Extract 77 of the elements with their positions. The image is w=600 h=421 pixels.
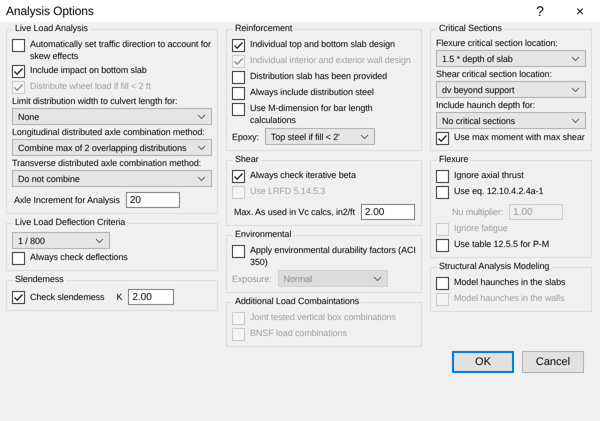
checkbox-label[interactable]: Use eq. 12.10.4.2.4a-1: [454, 185, 544, 197]
checkbox[interactable]: [436, 186, 449, 199]
caret-icon: [360, 134, 369, 140]
group-title: Environmental: [233, 229, 294, 239]
close-button[interactable]: ×: [560, 0, 600, 22]
group-title: Live Load Deflection Criteria: [13, 217, 128, 227]
checkbox-label[interactable]: Model haunches in the slabs: [454, 276, 566, 288]
group-title: Shear: [233, 154, 261, 164]
group-title: Slendemess: [13, 274, 66, 284]
checkbox[interactable]: [232, 103, 245, 116]
checkbox-label[interactable]: Check slendemess: [30, 291, 104, 303]
field-label: Shear critical section location:: [436, 69, 553, 79]
checkbox-label[interactable]: Use max moment with max shear: [454, 131, 585, 143]
field-label: K: [116, 292, 122, 302]
field-label: Exposure:: [232, 274, 272, 284]
input-field[interactable]: 2.00: [128, 289, 174, 305]
caret-icon: [197, 144, 206, 150]
field-label: Limit distribution width to culvert length for:: [12, 96, 178, 106]
checkbox[interactable]: [232, 71, 245, 84]
caret-icon: [372, 276, 382, 282]
checkbox[interactable]: [12, 252, 25, 265]
checkbox[interactable]: [232, 245, 245, 258]
checkbox-label[interactable]: Distribution slab has been provided: [250, 70, 388, 82]
checkbox-label[interactable]: Always include distribution steel: [250, 86, 374, 98]
dropdown[interactable]: Combine max of 2 overlapping distributions: [12, 139, 212, 156]
dropdown[interactable]: dv beyond support: [436, 81, 586, 98]
group-title: Critical Sections: [437, 23, 504, 33]
dropdown[interactable]: Top steel if fill < 2': [264, 128, 375, 145]
dropdown[interactable]: No critical sections: [436, 112, 586, 129]
checkbox-label[interactable]: Always check deflections: [30, 251, 128, 263]
group-title: Structural Analysis Modeling: [437, 261, 552, 271]
checkbox[interactable]: [232, 87, 245, 100]
checkbox[interactable]: [436, 132, 449, 145]
checkbox-label[interactable]: Individual top and bottom slab design: [250, 38, 395, 50]
dropdown[interactable]: None: [12, 108, 212, 125]
caret-icon: [197, 114, 206, 120]
checkbox[interactable]: [232, 170, 245, 183]
checkbox-label[interactable]: Use M-dimension for bar length calculations: [250, 102, 416, 126]
input-field[interactable]: 2.00: [360, 204, 415, 220]
checkbox[interactable]: [436, 239, 449, 252]
window-title: Analysis Options: [6, 4, 95, 18]
caret-icon: [571, 86, 580, 92]
caret-icon: [571, 56, 580, 62]
field-label: Max. As used in Vc calcs, in2/ft: [234, 207, 355, 217]
checkbox-label[interactable]: Use table 12.5.5 for P-M: [454, 238, 550, 250]
field-label: Nu multiplier:: [452, 207, 504, 217]
caret-icon: [95, 238, 104, 244]
field-label: Include haunch depth for:: [436, 100, 536, 110]
field-label: Epoxy:: [232, 132, 259, 142]
checkbox-label[interactable]: Include impact on bottom slab: [30, 64, 147, 76]
help-button[interactable]: ?: [520, 0, 560, 22]
dialog-button[interactable]: OK: [452, 351, 514, 373]
checkbox[interactable]: [12, 39, 25, 52]
dropdown[interactable]: 1 / 800: [12, 232, 110, 249]
checkbox-label[interactable]: Automatically set traffic direction to account for skew effects: [30, 38, 212, 62]
dropdown[interactable]: Do not combine: [12, 170, 212, 187]
input-field[interactable]: 20: [126, 192, 180, 208]
checkbox[interactable]: [232, 39, 245, 52]
checkbox[interactable]: [436, 170, 449, 183]
field-label: Longitudinal distributed axle combination method:: [12, 127, 206, 137]
caret-icon: [571, 118, 580, 124]
field-label: Flexure critical section location:: [436, 38, 559, 48]
dialog-button[interactable]: Cancel: [522, 351, 584, 373]
caret-icon: [197, 176, 206, 182]
checkbox[interactable]: [12, 291, 25, 304]
checkbox[interactable]: [12, 65, 25, 78]
group-title: Reinforcement: [233, 23, 294, 33]
group-title: Additional Load Combaintations: [233, 296, 362, 306]
checkbox[interactable]: [436, 277, 449, 290]
dropdown[interactable]: 1.5 * depth of slab: [436, 50, 586, 67]
checkbox-label[interactable]: Apply environmental durability factors (ACI 350): [250, 244, 416, 268]
field-label: Transverse distributed axle combination method:: [12, 158, 202, 168]
checkbox-label[interactable]: Ignore axial thrust: [454, 169, 524, 181]
field-label: Axle Increment for Analysis: [14, 195, 120, 205]
checkbox-label[interactable]: Always check iterative beta: [250, 169, 356, 181]
group-title: Flexure: [437, 154, 470, 164]
group-title: Live Load Analysis: [13, 23, 90, 33]
